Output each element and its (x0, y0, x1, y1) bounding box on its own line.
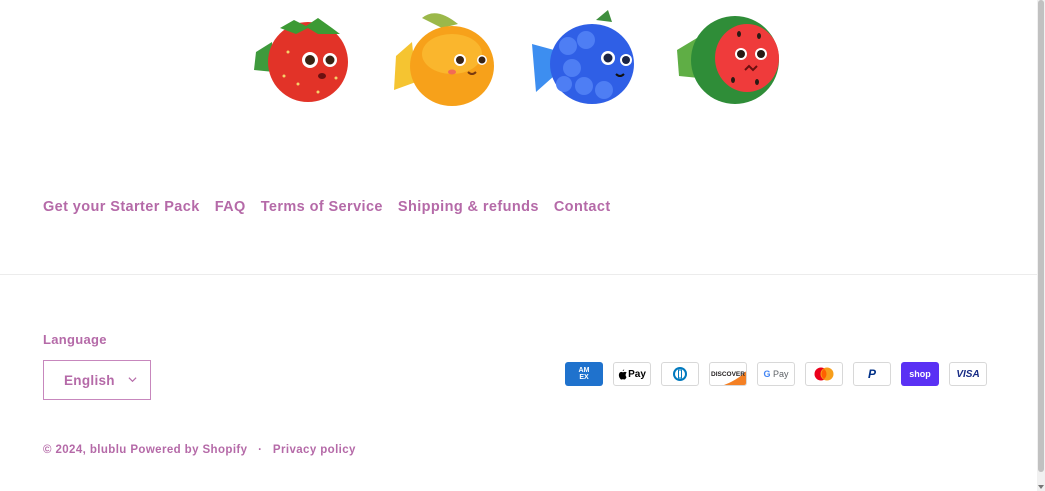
separator: · (258, 444, 263, 456)
orange-fish-image (386, 6, 498, 110)
shop-pay-icon: shop (901, 362, 939, 386)
watermelon-fish-image (673, 6, 785, 110)
page-scrollbar[interactable] (1037, 0, 1045, 491)
privacy-policy-link[interactable]: Privacy policy (273, 444, 356, 456)
copyright-line: © 2024, blublu Powered by Shopify · Priv… (43, 444, 356, 456)
strawberry-fish-image (248, 6, 360, 110)
language-value: English (64, 372, 115, 388)
language-selector[interactable]: English (43, 360, 151, 400)
mastercard-icon (805, 362, 843, 386)
footer-divider (0, 274, 1037, 275)
paypal-icon: P (853, 362, 891, 386)
visa-icon: VISA (949, 362, 987, 386)
footer-link-shipping[interactable]: Shipping & refunds (398, 199, 539, 215)
apple-pay-icon: Pay (613, 362, 651, 386)
footer-menu: Get your Starter Pack FAQ Terms of Servi… (43, 199, 626, 215)
copyright-text: © 2024, blublu (43, 444, 127, 456)
diners-club-icon (661, 362, 699, 386)
chevron-down-icon (128, 377, 137, 383)
amex-icon: AM EX (565, 362, 603, 386)
footer-link-terms[interactable]: Terms of Service (261, 199, 383, 215)
powered-by-link[interactable]: Powered by Shopify (130, 444, 247, 456)
language-label: Language (43, 332, 107, 347)
footer-link-faq[interactable]: FAQ (215, 199, 246, 215)
blueberry-fish-image (528, 6, 640, 110)
google-pay-icon: G Pay (757, 362, 795, 386)
footer-link-contact[interactable]: Contact (554, 199, 611, 215)
payment-icons: AM EX Pay DISCOVER G Pay P shop VISA (565, 362, 987, 386)
scroll-down-arrow-icon[interactable] (1038, 485, 1044, 489)
scrollbar-thumb[interactable] (1038, 0, 1044, 472)
discover-icon: DISCOVER (709, 362, 747, 386)
footer-link-starter-pack[interactable]: Get your Starter Pack (43, 199, 200, 215)
